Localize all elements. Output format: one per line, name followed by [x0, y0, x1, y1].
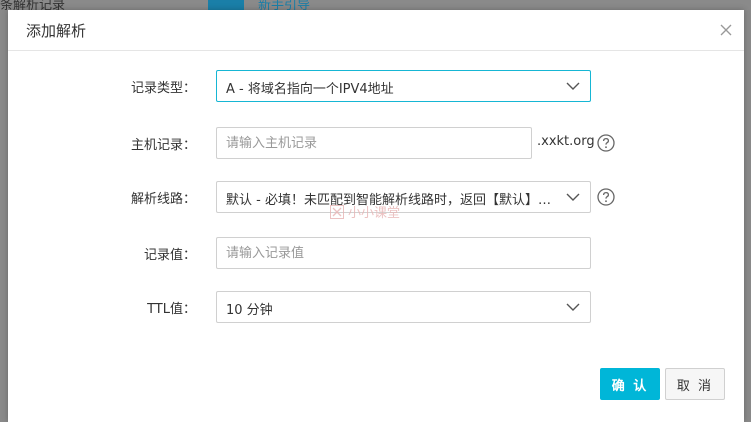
- host-record-label: 主机记录：: [130, 138, 196, 153]
- record-type-label: 记录类型：: [130, 81, 196, 96]
- resolution-line-label: 解析线路：: [130, 192, 196, 207]
- ttl-select[interactable]: 10 分钟: [216, 291, 591, 323]
- resolution-line-select[interactable]: 默认 - 必填！未匹配到智能解析线路时，返回【默认】线路...: [216, 181, 591, 213]
- record-value-row: 记录值：: [8, 237, 744, 269]
- close-icon[interactable]: [718, 22, 734, 38]
- chevron-down-icon: [566, 192, 580, 202]
- host-record-input[interactable]: [216, 127, 532, 159]
- record-type-row: 记录类型： A - 将域名指向一个IPV4地址: [8, 70, 744, 102]
- chevron-down-icon: [566, 302, 580, 312]
- cancel-button[interactable]: 取 消: [665, 368, 725, 400]
- record-value-label: 记录值：: [143, 248, 196, 263]
- dialog-title: 添加解析: [26, 22, 87, 40]
- add-record-dialog: 添加解析 记录类型： A - 将域名指向一个IPV4地址 主机记录： .xxkt…: [8, 10, 744, 422]
- record-type-value: A - 将域名指向一个IPV4地址: [226, 82, 394, 97]
- help-icon[interactable]: [597, 134, 615, 152]
- domain-suffix: .xxkt.org: [537, 134, 595, 149]
- record-value-input[interactable]: [216, 237, 591, 269]
- ttl-label: TTL值：: [147, 302, 196, 317]
- background-search-button: [208, 0, 244, 10]
- watermark-text: 小小课堂: [348, 206, 401, 221]
- ttl-row: TTL值： 10 分钟: [8, 291, 744, 323]
- help-icon[interactable]: [597, 188, 615, 206]
- dialog-header: 添加解析: [8, 10, 744, 51]
- watermark: 小小课堂: [330, 202, 400, 221]
- chevron-down-icon: [566, 81, 580, 91]
- watermark-logo-icon: [330, 205, 344, 219]
- host-record-row: 主机记录： .xxkt.org: [8, 127, 744, 159]
- record-type-select[interactable]: A - 将域名指向一个IPV4地址: [216, 70, 591, 102]
- confirm-button[interactable]: 确 认: [600, 368, 660, 400]
- ttl-value: 10 分钟: [226, 303, 273, 318]
